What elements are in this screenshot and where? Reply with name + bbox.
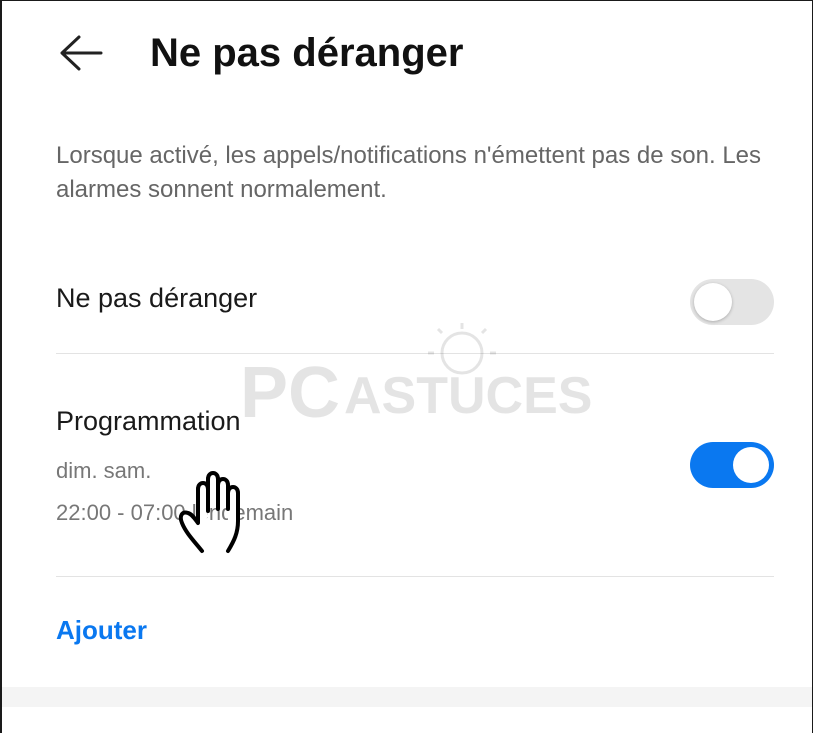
description-text: Lorsque activé, les appels/notifications… [56,142,762,203]
dnd-row[interactable]: Ne pas déranger [56,259,774,354]
dnd-label: Ne pas déranger [56,283,258,313]
schedule-time: 22:00 - 07:00 lendemain [56,500,294,525]
schedule-label: Programmation [56,406,241,436]
settings-screen: Ne pas déranger Lorsque activé, les appe… [0,0,813,733]
back-button[interactable] [54,27,106,79]
schedule-toggle[interactable] [690,442,774,488]
dnd-toggle[interactable] [690,279,774,325]
schedule-row[interactable]: Programmation dim. sam. 22:00 - 07:00 le… [56,354,774,577]
arrow-left-icon [60,35,103,71]
page-title: Ne pas déranger [150,31,464,75]
toggle-knob [733,447,769,483]
bottom-divider-band [2,687,812,707]
header: Ne pas déranger [2,1,812,101]
schedule-days: dim. sam. [56,458,152,483]
toggle-knob [694,283,732,321]
add-schedule-link[interactable]: Ajouter [56,615,147,646]
